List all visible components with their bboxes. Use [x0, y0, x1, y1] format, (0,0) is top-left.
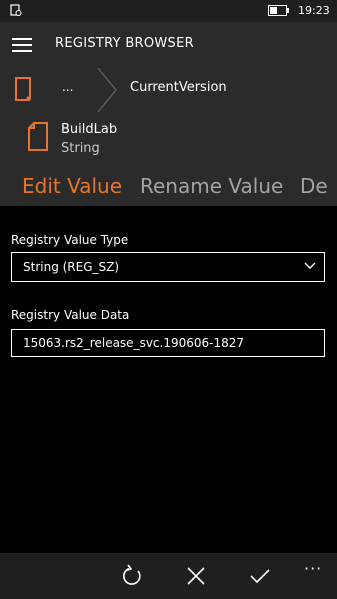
data-input[interactable]: 15063.rs2_release_svc.190606-1827	[11, 329, 325, 357]
hamburger-icon	[12, 38, 32, 40]
breadcrumb: ... CurrentVersion	[0, 66, 337, 114]
accept-icon[interactable]	[248, 564, 272, 588]
breadcrumb-current[interactable]: CurrentVersion	[130, 80, 227, 95]
data-label: Registry Value Data	[11, 308, 130, 322]
more-options-button[interactable]: ···	[304, 559, 322, 578]
cancel-icon[interactable]	[184, 564, 208, 588]
value-type: String	[61, 141, 100, 156]
menu-button[interactable]	[12, 38, 32, 52]
device-icon[interactable]	[14, 76, 34, 102]
clock: 19:23	[298, 4, 330, 17]
string-value-icon	[28, 122, 48, 151]
chevron-down-icon	[304, 262, 316, 269]
type-selected-value: String (REG_SZ)	[23, 260, 120, 274]
battery-icon	[268, 5, 289, 16]
tab-delete-value[interactable]: De	[300, 174, 328, 198]
tab-strip: Edit Value Rename Value De	[0, 174, 337, 210]
status-bar: 19:23	[0, 0, 337, 22]
breadcrumb-ellipsis[interactable]: ...	[62, 80, 73, 94]
tab-rename-value[interactable]: Rename Value	[140, 174, 283, 198]
app-title: REGISTRY BROWSER	[55, 36, 194, 51]
notification-icon	[10, 4, 22, 16]
app-bar: ···	[0, 553, 337, 599]
refresh-icon[interactable]	[120, 564, 144, 588]
tab-edit-value[interactable]: Edit Value	[22, 174, 122, 198]
type-select[interactable]: String (REG_SZ)	[11, 252, 325, 282]
value-name: BuildLab	[61, 122, 118, 137]
type-label: Registry Value Type	[11, 233, 129, 247]
data-input-value: 15063.rs2_release_svc.190606-1827	[23, 336, 245, 350]
chevron-right-icon	[97, 68, 117, 112]
